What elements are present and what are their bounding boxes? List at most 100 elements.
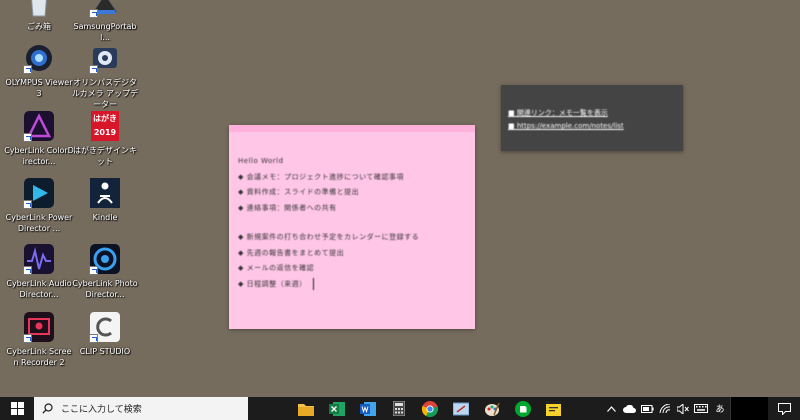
dark-popup-note[interactable]: ■ 関連リンク：メモ一覧を表示 ■ https://example.com/no… [501, 85, 683, 151]
taskbar-snipping-tool[interactable] [445, 397, 476, 420]
kindle-icon [89, 177, 121, 209]
paint-icon [484, 402, 500, 416]
icon-label: Kindle [92, 213, 118, 222]
desktop-icon-samsung-portable[interactable]: SamsungPortabl... [70, 0, 140, 43]
taskbar-word[interactable] [352, 397, 383, 420]
icon-label: CyberLink PowerDirector ... [5, 213, 73, 233]
tray-keyboard[interactable] [692, 397, 710, 420]
shortcut-arrow-icon [89, 9, 98, 18]
text-caret [312, 277, 314, 290]
battery-icon [640, 404, 654, 413]
keyboard-icon [694, 404, 708, 413]
sticky-note[interactable]: Hello World ◆ 会議メモ：プロジェクト進捗について確認事項 ◆ 資料… [229, 125, 475, 329]
tray-volume[interactable] [674, 397, 692, 420]
taskbar: ここに入力して検索 あ [0, 397, 800, 420]
sticky-note-line: ◆ 連絡事項：関係者への共有 [238, 203, 337, 212]
windows-logo-icon [10, 402, 24, 415]
tray-overflow-chevron[interactable] [602, 397, 620, 420]
hagaki-design-kit-icon: はがき 2019 [89, 110, 121, 142]
desktop-icon-clip-studio[interactable]: CLIP STUDIO [70, 311, 140, 357]
taskbar-paint[interactable] [476, 397, 507, 420]
sticky-note-header-bar[interactable] [229, 125, 475, 132]
desktop-icon-recycle-bin[interactable]: ごみ箱 [4, 0, 74, 32]
sticky-note-line: ◆ メールの返信を確認 [238, 264, 315, 272]
sticky-notes-icon [546, 401, 561, 416]
recycle-bin-icon [23, 0, 55, 18]
taskbar-evernote[interactable] [507, 397, 538, 420]
taskbar-file-explorer[interactable] [290, 397, 321, 420]
sticky-note-last-line: ◆ 日程調整（来週） [238, 277, 467, 293]
icon-label: CLIP STUDIO [79, 347, 131, 356]
calculator-icon [392, 401, 405, 416]
audiodirector-icon [23, 243, 55, 275]
icon-label: CyberLink Screen Recorder 2 [6, 347, 72, 367]
taskbar-sticky-notes[interactable] [538, 397, 569, 420]
tray-onedrive[interactable] [620, 397, 638, 420]
ime-mode-label: あ [715, 405, 725, 415]
sticky-note-line: ◆ 日程調整（来週） [238, 279, 307, 288]
evernote-icon [514, 400, 531, 417]
taskbar-pinned-apps [290, 397, 569, 420]
colordirector-icon [23, 110, 55, 142]
icon-label: はがきデザインキット [73, 146, 137, 166]
desktop-icon-cyberlink-colordirector[interactable]: CyberLink ColorDirector... [4, 110, 74, 167]
taskbar-calculator[interactable] [383, 397, 414, 420]
excel-icon [328, 401, 345, 416]
sticky-note-line: ◆ 会議メモ：プロジェクト進捗について確認事項 [238, 172, 404, 181]
icon-label: SamsungPortabl... [73, 22, 137, 42]
icon-label: CyberLink PhotoDirector... [72, 279, 138, 299]
sticky-note-line: ◆ 新規案件の打ち合わせ予定をカレンダーに登録する [238, 233, 420, 241]
start-button[interactable] [0, 397, 34, 420]
taskbar-chrome[interactable] [414, 397, 445, 420]
olympus-viewer-icon [23, 42, 55, 74]
desktop-icon-olympus-viewer[interactable]: OLYMPUS Viewer 3 [4, 42, 74, 99]
shortcut-arrow-icon [23, 266, 32, 275]
hagaki-badge-top: はがき [93, 114, 117, 123]
icon-label: OLYMPUS Viewer 3 [5, 78, 73, 98]
sticky-note-spacer [238, 216, 467, 230]
desktop-icon-cyberlink-screen-recorder[interactable]: CyberLink Screen Recorder 2 [4, 311, 74, 368]
desktop-icon-cyberlink-audiodirector[interactable]: CyberLink AudioDirector... [4, 243, 74, 300]
notification-icon [777, 402, 791, 415]
sticky-note-line: Hello World [238, 157, 284, 165]
icon-label: CyberLink ColorDirector... [4, 146, 74, 166]
shortcut-arrow-icon [89, 65, 98, 74]
sticky-note-line: ◆ 先週の報告書をまとめて提出 [238, 248, 345, 257]
action-center-button[interactable] [768, 397, 800, 420]
desktop-icon-cyberlink-photodirector[interactable]: CyberLink PhotoDirector... [70, 243, 140, 300]
snipping-icon [452, 402, 469, 415]
chrome-icon [421, 400, 438, 417]
shortcut-arrow-icon [89, 334, 98, 343]
folder-icon [297, 403, 314, 416]
sticky-note-line: ◆ 資料作成：スライドの準備と提出 [238, 188, 360, 196]
popup-link[interactable]: ■ https://example.com/notes/list [508, 120, 677, 133]
clock-area[interactable] [730, 397, 768, 420]
photodirector-icon [89, 243, 121, 275]
tray-ime-mode[interactable]: あ [710, 397, 730, 420]
system-tray: あ [602, 397, 800, 420]
taskbar-search-box[interactable]: ここに入力して検索 [34, 397, 248, 420]
desktop-icon-hagaki-design-kit[interactable]: はがき 2019 はがきデザインキット [70, 110, 140, 167]
wifi-icon [659, 403, 671, 413]
cloud-icon [622, 404, 636, 413]
desktop-icon-kindle[interactable]: Kindle [70, 177, 140, 223]
desktop-icon-cyberlink-powerdirector[interactable]: CyberLink PowerDirector ... [4, 177, 74, 234]
olympus-updater-icon [89, 42, 121, 74]
screen-recorder-icon [23, 311, 55, 343]
speaker-muted-icon [677, 403, 689, 414]
sticky-note-body[interactable]: Hello World ◆ 会議メモ：プロジェクト進捗について確認事項 ◆ 資料… [229, 132, 475, 292]
tray-wifi[interactable] [656, 397, 674, 420]
icon-label: CyberLink AudioDirector... [6, 279, 72, 299]
samsung-portable-icon [89, 0, 121, 18]
taskbar-excel[interactable] [321, 397, 352, 420]
chevron-up-icon [606, 405, 616, 412]
shortcut-arrow-icon [23, 334, 32, 343]
tray-battery[interactable] [638, 397, 656, 420]
clip-studio-icon [89, 311, 121, 343]
powerdirector-icon [23, 177, 55, 209]
desktop-icon-olympus-updater[interactable]: オリンパスデジタルカメラ アップデーター [70, 42, 140, 110]
popup-link[interactable]: ■ 関連リンク：メモ一覧を表示 [508, 107, 677, 120]
shortcut-arrow-icon [23, 133, 32, 142]
shortcut-arrow-icon [23, 65, 32, 74]
search-placeholder: ここに入力して検索 [61, 405, 142, 415]
